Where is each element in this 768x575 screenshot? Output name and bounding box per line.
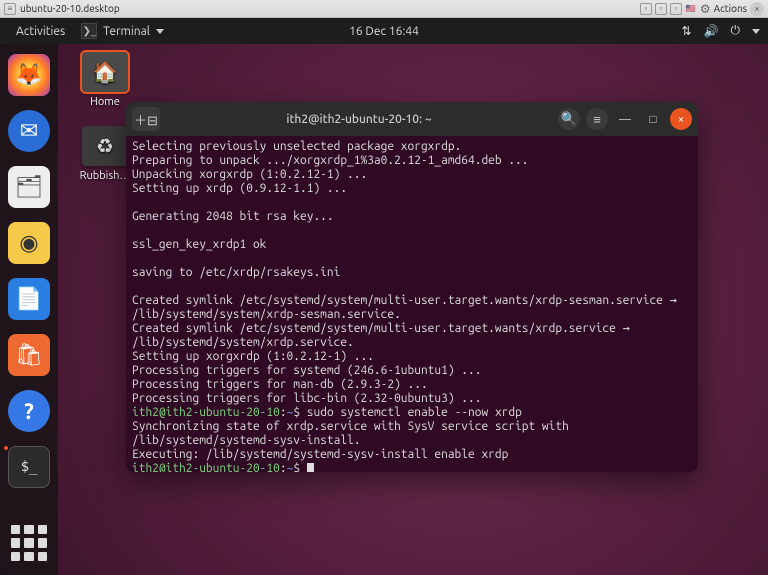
chevron-down-icon (156, 29, 164, 34)
search-button[interactable]: 🔍 (558, 108, 580, 130)
terminal-output[interactable]: Selecting previously unselected package … (126, 136, 698, 472)
app-menu[interactable]: ❯_ Terminal (73, 21, 172, 41)
dock-help[interactable]: ? (8, 390, 50, 432)
terminal-window: ＋⊟ ith2@ith2-ubuntu-20-10: ~ 🔍 ≡ — □ × S… (126, 102, 698, 472)
minimize-button[interactable]: — (614, 108, 636, 130)
host-flag-icon[interactable]: 🇺🇸 (685, 3, 697, 15)
trash-icon: ♻ (82, 126, 128, 166)
host-actions-label[interactable]: Actions (714, 3, 747, 14)
terminal-app-icon: ❯_ (81, 23, 97, 39)
host-title: ubuntu-20-10.desktop (16, 3, 640, 14)
power-icon[interactable]: ⏻ (731, 24, 741, 38)
dock-files[interactable]: 🗂 (8, 166, 50, 208)
clock[interactable]: 16 Dec 16:44 (349, 25, 419, 38)
gear-icon[interactable]: ⚙ (700, 2, 711, 16)
close-button[interactable]: × (670, 108, 692, 130)
dock-thunderbird[interactable]: ✉ (8, 110, 50, 152)
host-icon-2[interactable]: ▫ (655, 3, 667, 15)
host-menu-icon[interactable]: ≡ (4, 3, 16, 15)
tray-chevron-down-icon (752, 29, 760, 34)
gnome-top-bar: Activities ❯_ Terminal 16 Dec 16:44 ⇅ 🔊 … (0, 18, 768, 44)
hamburger-menu-button[interactable]: ≡ (586, 108, 608, 130)
host-icon-3[interactable]: ▫ (670, 3, 682, 15)
system-tray[interactable]: ⇅ 🔊 ⏻ (681, 24, 760, 38)
maximize-button[interactable]: □ (642, 108, 664, 130)
host-icon-1[interactable]: ▫ (640, 3, 652, 15)
terminal-headerbar[interactable]: ＋⊟ ith2@ith2-ubuntu-20-10: ~ 🔍 ≡ — □ × (126, 102, 698, 136)
cursor (307, 463, 314, 472)
desktop[interactable]: 🦊 ✉ 🗂 ◉ 📄 🛍 ? $_ 🏠 Home ♻ Rubbish… ＋⊟ it… (0, 44, 768, 575)
network-icon[interactable]: ⇅ (681, 24, 691, 38)
dock-show-applications[interactable] (11, 525, 47, 561)
host-close-button[interactable]: × (750, 2, 764, 16)
dock-software[interactable]: 🛍 (8, 334, 50, 376)
terminal-title: ith2@ith2-ubuntu-20-10: ~ (166, 113, 552, 126)
home-folder-icon: 🏠 (82, 52, 128, 92)
new-tab-button[interactable]: ＋⊟ (132, 107, 160, 131)
volume-icon[interactable]: 🔊 (704, 24, 719, 38)
dock-writer[interactable]: 📄 (8, 278, 50, 320)
dock-rhythmbox[interactable]: ◉ (8, 222, 50, 264)
host-titlebar: ≡ ubuntu-20-10.desktop ▫ ▫ ▫ 🇺🇸 ⚙ Action… (0, 0, 768, 18)
dock-running-indicator (4, 446, 8, 450)
desktop-icon-home[interactable]: 🏠 Home (70, 52, 140, 108)
activities-button[interactable]: Activities (8, 23, 73, 40)
dock: 🦊 ✉ 🗂 ◉ 📄 🛍 ? $_ (0, 44, 58, 575)
dock-terminal[interactable]: $_ (8, 446, 50, 488)
app-menu-label: Terminal (103, 25, 150, 38)
dock-firefox[interactable]: 🦊 (8, 54, 50, 96)
